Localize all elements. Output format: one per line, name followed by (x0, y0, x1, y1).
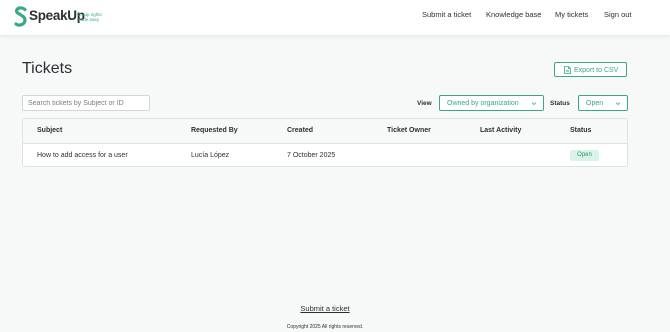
page-title: Tickets (22, 60, 73, 77)
brand-tagline: Group rights made easy (77, 12, 102, 22)
export-csv-button[interactable]: Export to CSV (554, 62, 627, 77)
chevron-down-icon (531, 102, 537, 106)
copyright-text: Copyright 2025 All rights reserved. (286, 324, 364, 330)
view-select-value: Owned by organization (447, 100, 519, 107)
status-label: Status (550, 100, 570, 107)
ticket-requester: Lucía López (191, 152, 230, 159)
column-header-created[interactable]: Created (287, 127, 313, 134)
status-select[interactable]: Open (578, 95, 628, 111)
column-header-subject[interactable]: Subject (37, 127, 62, 134)
column-header-last-activity[interactable]: Last Activity (480, 127, 521, 134)
status-badge: Open (570, 150, 599, 161)
ticket-subject[interactable]: How to add access for a user (37, 152, 128, 159)
column-header-requested-by[interactable]: Requested By (191, 127, 238, 134)
nav-submit-ticket[interactable]: Submit a ticket (422, 10, 471, 19)
speakup-logo-icon (14, 6, 27, 27)
ticket-created: 7 October 2025 (287, 152, 336, 159)
table-header: Subject Requested By Created Ticket Owne… (23, 119, 627, 144)
chevron-down-icon (615, 102, 621, 106)
view-select[interactable]: Owned by organization (439, 95, 544, 111)
export-csv-label: Export to CSV (574, 66, 619, 74)
tickets-table: Subject Requested By Created Ticket Owne… (22, 118, 628, 167)
top-header: SpeakUp Group rights made easy Submit a … (0, 0, 670, 35)
search-input[interactable] (22, 95, 150, 111)
footer-submit-ticket-link[interactable]: Submit a ticket (0, 304, 650, 313)
nav-my-tickets[interactable]: My tickets (555, 10, 588, 19)
nav-sign-out[interactable]: Sign out (604, 10, 632, 19)
view-label: View (417, 100, 432, 107)
nav-knowledge-base[interactable]: Knowledge base (486, 10, 541, 19)
document-icon (564, 66, 571, 74)
column-header-status[interactable]: Status (570, 127, 591, 134)
status-select-value: Open (586, 100, 604, 107)
column-header-ticket-owner[interactable]: Ticket Owner (387, 127, 431, 134)
